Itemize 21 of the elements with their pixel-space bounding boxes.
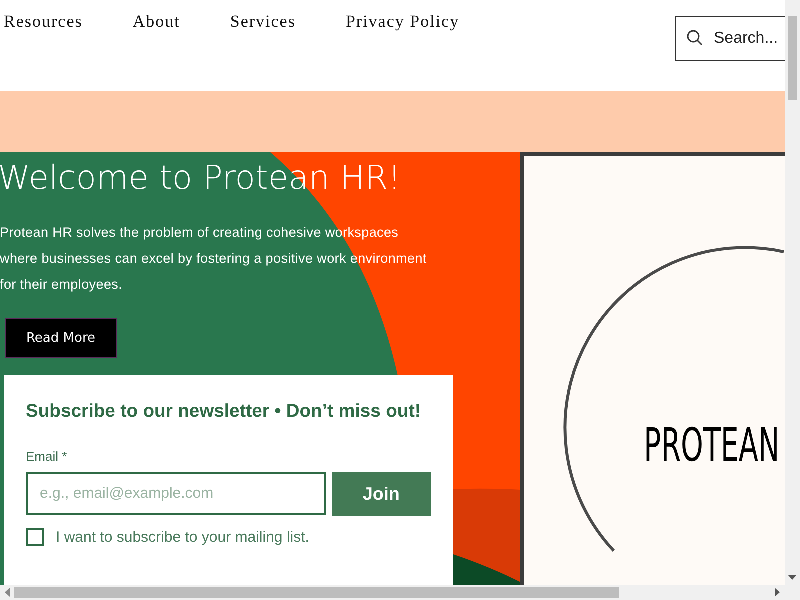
- subscribe-checkbox[interactable]: [26, 528, 44, 546]
- nav-link[interactable]: About: [132, 12, 180, 32]
- logo-text: PROTEAN: [644, 418, 780, 472]
- newsletter-heading: Subscribe to our newsletter • Don’t miss out!: [26, 399, 422, 423]
- scroll-down-arrow-icon[interactable]: [788, 575, 797, 581]
- scroll-left-arrow-icon[interactable]: [4, 588, 10, 597]
- scroll-right-arrow-icon[interactable]: [775, 588, 781, 597]
- nav-link[interactable]: Services: [230, 12, 296, 32]
- join-button[interactable]: Join: [332, 472, 431, 516]
- subscribe-checkbox-label: I want to subscribe to your mailing list.: [56, 528, 310, 546]
- scrollbar-thumb[interactable]: [14, 587, 619, 598]
- nav-link[interactable]: Privacy Policy: [346, 12, 460, 32]
- search-icon: [686, 29, 704, 47]
- search-field[interactable]: Search...: [675, 16, 785, 61]
- horizontal-scrollbar[interactable]: [0, 585, 785, 600]
- scrollbar-thumb[interactable]: [788, 16, 797, 100]
- read-more-button[interactable]: Read More: [5, 318, 117, 358]
- vertical-scrollbar[interactable]: [785, 0, 800, 585]
- email-input-field[interactable]: e.g., email@example.com: [26, 472, 326, 515]
- email-label: Email *: [26, 449, 68, 464]
- nav-link[interactable]: Resources: [4, 12, 83, 32]
